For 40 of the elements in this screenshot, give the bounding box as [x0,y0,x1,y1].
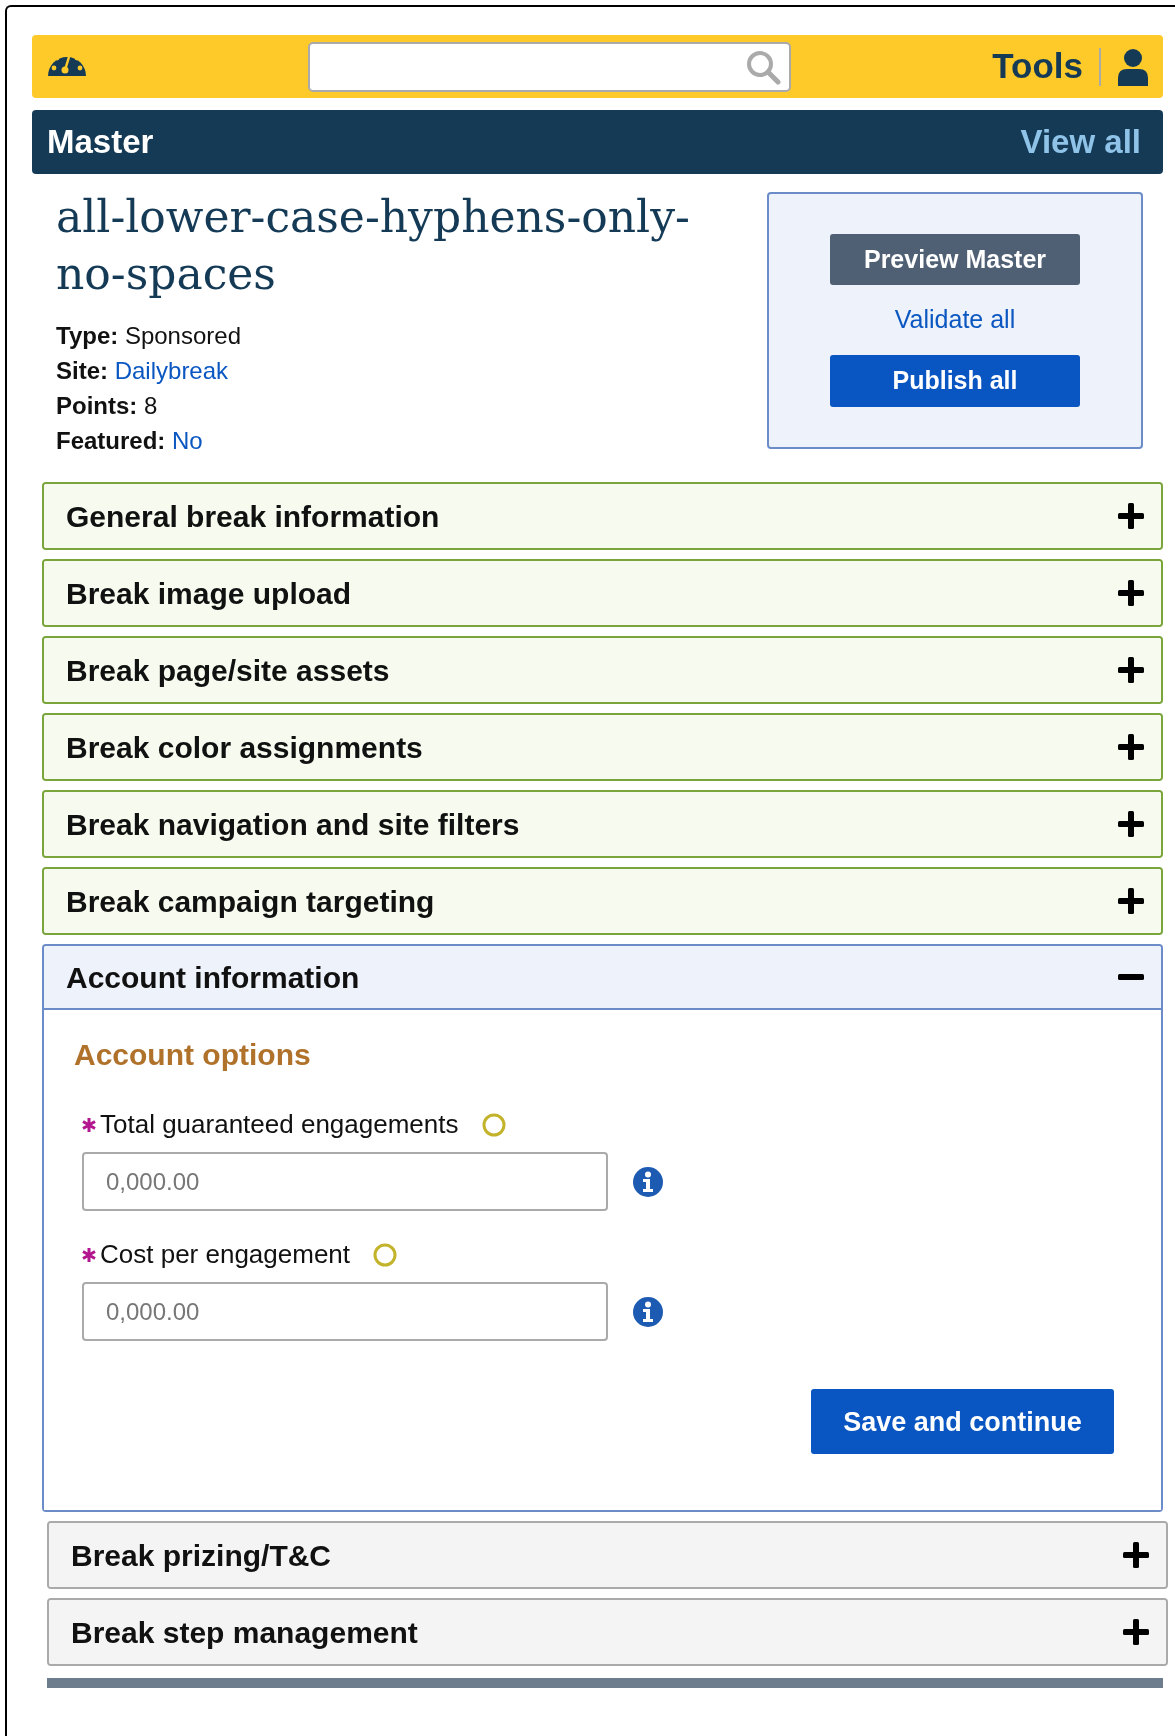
detail-value: 8 [144,392,158,420]
plus-icon[interactable] [1122,1618,1150,1647]
field-label: Total guaranteed engagements [100,1108,459,1142]
detail-label: Site: [56,357,108,385]
detail-link[interactable]: No [172,427,203,455]
gauge-icon [46,57,88,76]
save-button[interactable]: Save and continue [811,1389,1114,1455]
status-ring-icon [372,1241,399,1268]
section-subtitle: Account options [74,1037,312,1074]
item-name: all-lower-case-hyphens-only-no-spaces [56,190,691,302]
user-icon[interactable] [1117,47,1149,86]
detail-label: Points: [56,392,138,420]
number-input[interactable]: 0,000.00 [82,1282,608,1342]
validate-link[interactable]: Validate all [894,301,1016,339]
plus-icon[interactable] [1117,656,1145,685]
preview-button[interactable]: Preview Master [830,234,1080,286]
detail-label: Type: [56,322,119,350]
detail-label: Featured: [56,427,166,455]
number-input[interactable]: 0,000.00 [82,1152,608,1212]
plus-icon[interactable] [1117,579,1145,608]
page-title: Master [47,122,154,163]
view-all-link[interactable]: View all [1020,117,1141,167]
plus-icon[interactable] [1117,810,1145,839]
section-title[interactable]: Break prizing/T&C [71,1532,332,1578]
field-label: Cost per engagement [100,1238,351,1272]
info-icon [632,1165,664,1198]
publish-button[interactable]: Publish all [830,354,1080,407]
status-ring-icon [480,1111,507,1138]
plus-icon[interactable] [1117,887,1145,916]
plus-icon[interactable] [1117,733,1145,762]
search-icon [745,48,781,85]
detail-link[interactable]: Dailybreak [114,357,229,385]
section-title[interactable]: Break image upload [66,570,352,616]
tools-link[interactable]: Tools [992,40,1083,93]
info-icon [632,1295,664,1328]
search-field[interactable] [308,41,791,92]
plus-icon[interactable] [1122,1541,1150,1570]
plus-icon[interactable] [1117,502,1145,531]
section-title[interactable]: Account information [66,954,360,1000]
detail-value: Sponsored [124,322,241,350]
